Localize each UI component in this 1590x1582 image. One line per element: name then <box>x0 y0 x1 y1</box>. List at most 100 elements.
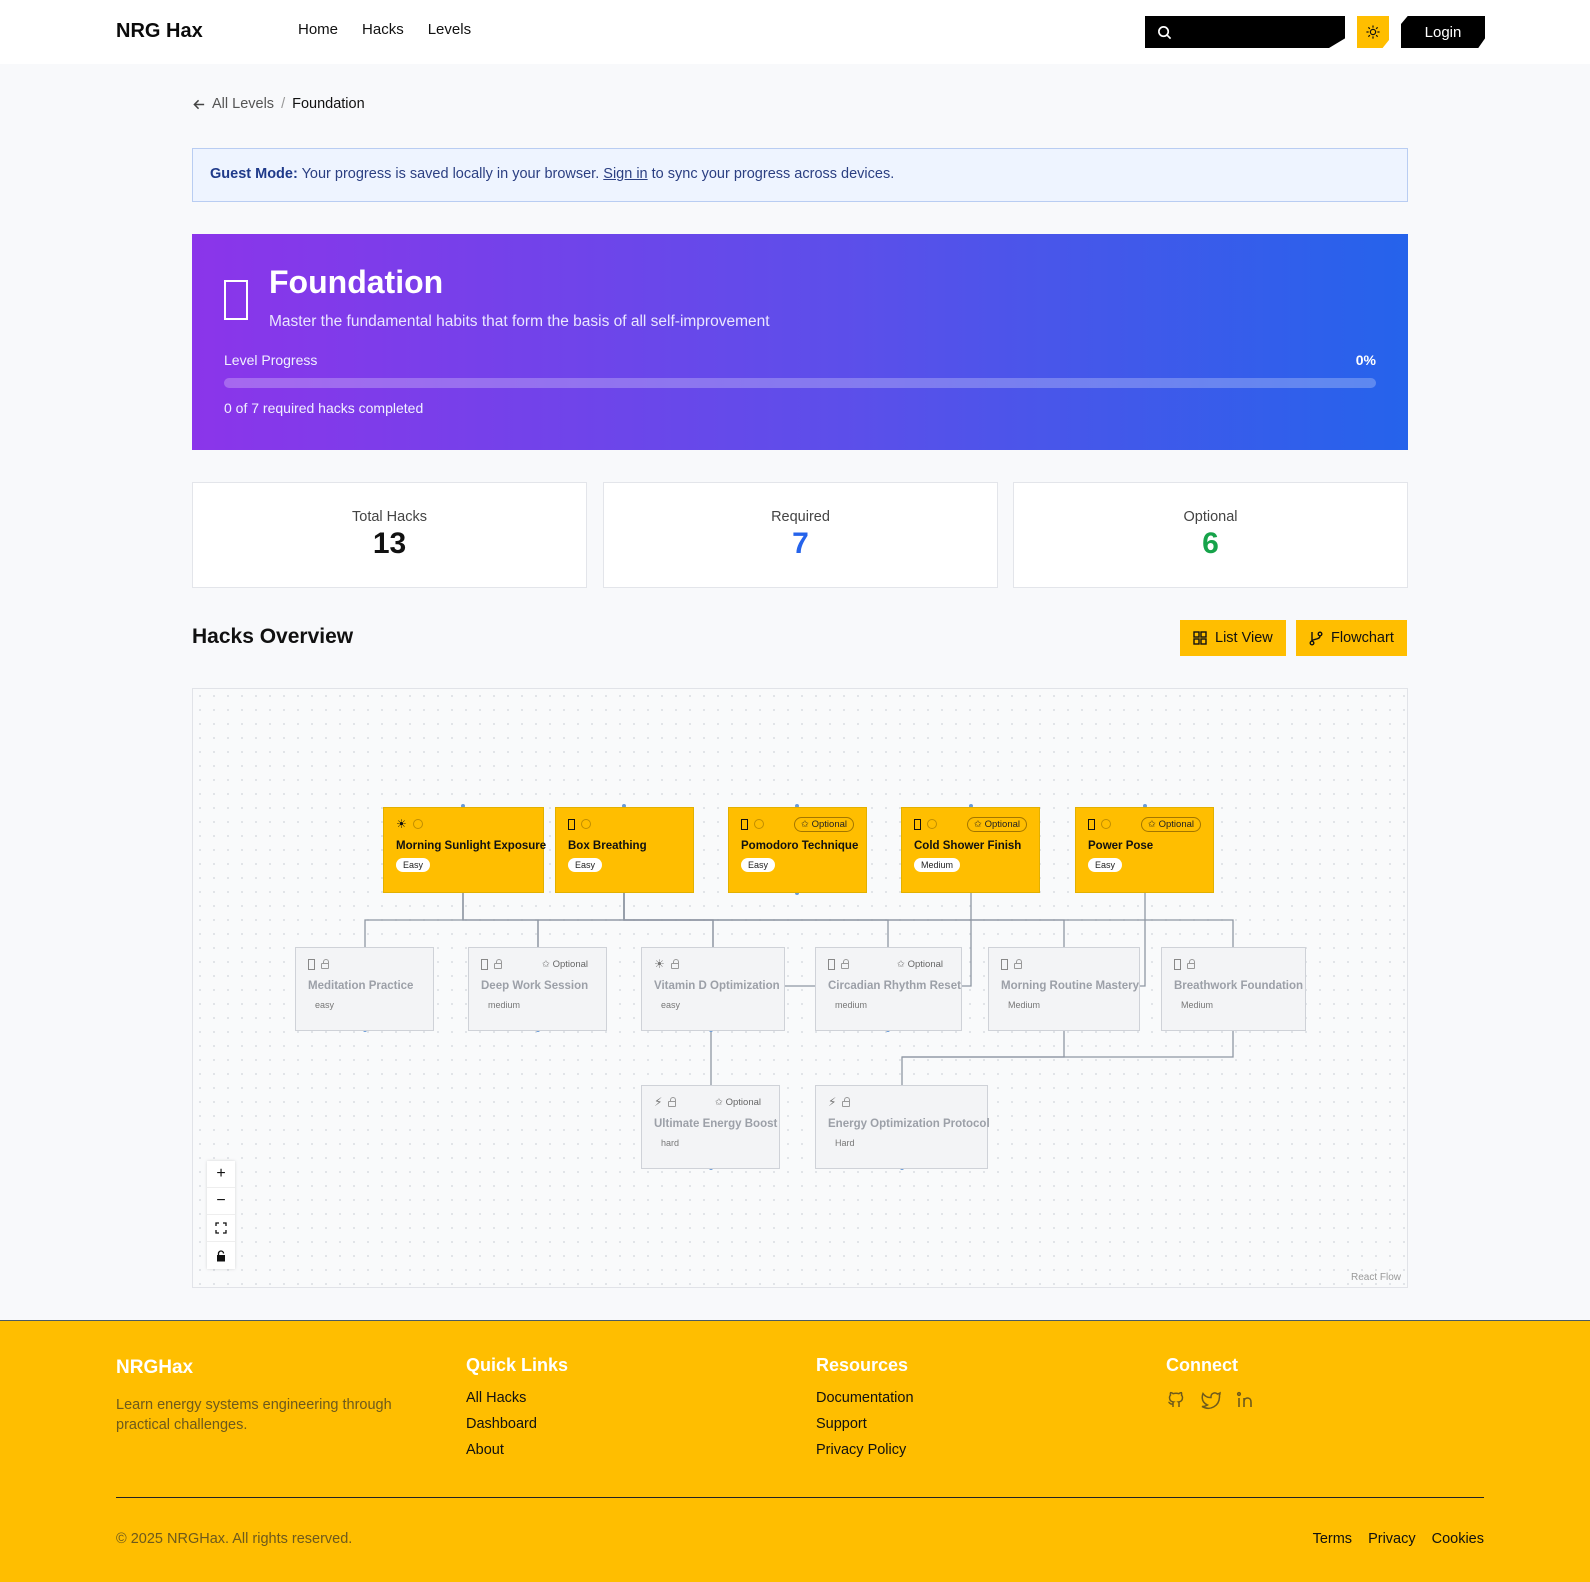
search-box[interactable] <box>1145 16 1345 48</box>
difficulty-badge: Hard <box>835 1138 855 1148</box>
status-circle-icon <box>754 819 764 829</box>
back-to-levels-link[interactable]: All Levels <box>193 96 274 112</box>
flow-controls: + − <box>207 1161 235 1269</box>
hack-name: Meditation Practice <box>308 980 414 992</box>
guest-mode-label: Guest Mode: <box>210 166 298 182</box>
github-icon[interactable] <box>1166 1390 1186 1410</box>
hack-node[interactable]: ✩ Optional Pomodoro Technique Easy <box>728 807 867 893</box>
footer-link-terms[interactable]: Terms <box>1313 1531 1352 1547</box>
stat-required: Required 7 <box>603 482 998 588</box>
flowchart-button[interactable]: Flowchart <box>1296 620 1407 656</box>
hack-name: Ultimate Energy Boost <box>654 1118 778 1130</box>
search-icon <box>1158 26 1172 40</box>
site-footer: NRGHax Learn energy systems engineering … <box>0 1320 1590 1582</box>
hack-name: Morning Sunlight Exposure <box>396 840 547 852</box>
footer-legal-links: Terms Privacy Cookies <box>1313 1531 1484 1547</box>
nav-levels[interactable]: Levels <box>428 21 471 38</box>
hacks-flowchart[interactable]: ☀ Morning Sunlight Exposure Easy Box Bre… <box>192 688 1408 1288</box>
level-hero: Foundation Master the fundamental habits… <box>192 234 1408 450</box>
footer-link-support[interactable]: Support <box>816 1416 914 1432</box>
hack-node[interactable]: Box Breathing Easy <box>555 807 694 893</box>
lock-toggle-button[interactable] <box>207 1242 235 1269</box>
difficulty-badge: Easy <box>568 858 603 872</box>
lock-icon <box>321 958 329 969</box>
hack-name: Vitamin D Optimization <box>654 980 780 992</box>
box-icon <box>568 818 575 830</box>
hack-node[interactable]: Morning Routine Mastery Medium <box>988 947 1140 1031</box>
hack-node[interactable]: ☀ Morning Sunlight Exposure Easy <box>383 807 547 893</box>
difficulty-badge: Easy <box>396 858 431 872</box>
difficulty-badge: Medium <box>914 858 961 872</box>
footer-divider <box>116 1497 1484 1498</box>
optional-badge: ✩ Optional <box>1141 816 1201 832</box>
optional-badge: ✩ Optional <box>897 958 943 970</box>
fit-view-button[interactable] <box>207 1215 235 1242</box>
hack-name: Deep Work Session <box>481 980 589 992</box>
progress-label: Level Progress <box>224 352 318 368</box>
theme-toggle-button[interactable] <box>1357 16 1389 48</box>
top-header: NRG Hax Home Hacks Levels Login <box>0 0 1590 64</box>
git-branch-icon <box>1309 631 1323 645</box>
hack-node[interactable]: ✩ Optional Circadian Rhythm Reset medium <box>815 947 962 1031</box>
hack-node[interactable]: ✩ Optional Deep Work Session medium <box>468 947 607 1031</box>
main-nav: Home Hacks Levels <box>298 21 471 38</box>
box-icon <box>308 958 315 970</box>
guest-text-after: to sync your progress across devices. <box>647 166 895 182</box>
footer-link-cookies[interactable]: Cookies <box>1432 1531 1484 1547</box>
optional-badge: ✩ Optional <box>794 816 854 832</box>
zoom-out-button[interactable]: − <box>207 1188 235 1215</box>
footer-connect-title: Connect <box>1166 1355 1238 1375</box>
sun-icon: ☀ <box>396 817 407 831</box>
hack-node[interactable]: ✩ Optional Power Pose Easy <box>1075 807 1214 893</box>
list-view-button[interactable]: List View <box>1180 620 1286 656</box>
react-flow-attribution[interactable]: React Flow <box>1351 1272 1401 1283</box>
nav-home[interactable]: Home <box>298 21 338 38</box>
box-icon <box>1174 958 1181 970</box>
box-icon <box>1001 958 1008 970</box>
progress-bar <box>224 378 1376 388</box>
sign-in-link[interactable]: Sign in <box>603 166 647 182</box>
stat-value: 6 <box>1202 527 1219 560</box>
difficulty-badge: easy <box>315 1000 335 1010</box>
footer-link-privacy-policy[interactable]: Privacy Policy <box>816 1442 914 1458</box>
fit-view-icon <box>215 1222 227 1234</box>
hack-node[interactable]: ⚡ Energy Optimization Protocol Hard <box>815 1085 990 1169</box>
progress-percent: 0% <box>1355 352 1376 368</box>
nav-hacks[interactable]: Hacks <box>362 21 404 38</box>
status-circle-icon <box>927 819 937 829</box>
brand-logo[interactable]: NRG Hax <box>116 20 203 43</box>
footer-copyright: © 2025 NRGHax. All rights reserved. <box>116 1531 353 1547</box>
footer-link-all-hacks[interactable]: All Hacks <box>466 1390 568 1406</box>
breadcrumb-all-levels[interactable]: All Levels <box>212 96 274 112</box>
twitter-icon[interactable] <box>1200 1390 1222 1410</box>
status-circle-icon <box>581 819 591 829</box>
hack-node[interactable]: ☀ Vitamin D Optimization easy <box>641 947 785 1031</box>
hack-node[interactable]: ⚡ ✩ Optional Ultimate Energy Boost hard <box>641 1085 780 1169</box>
guest-text-before: Your progress is saved locally in your b… <box>297 166 604 182</box>
hack-node[interactable]: ✩ Optional Cold Shower Finish Medium <box>901 807 1040 893</box>
footer-brand: NRGHax <box>116 1357 194 1378</box>
hack-name: Energy Optimization Protocol <box>828 1118 990 1130</box>
breadcrumb: All Levels / Foundation <box>193 96 365 112</box>
stat-label: Required <box>771 509 830 525</box>
difficulty-badge: Medium <box>1008 1000 1041 1010</box>
footer-link-dashboard[interactable]: Dashboard <box>466 1416 568 1432</box>
footer-connect: Connect <box>1166 1355 1256 1410</box>
box-icon <box>481 958 488 970</box>
footer-resources: Resources Documentation Support Privacy … <box>816 1355 914 1468</box>
linkedin-icon[interactable] <box>1236 1390 1256 1410</box>
level-icon <box>224 280 248 320</box>
hack-node[interactable]: Meditation Practice easy <box>295 947 434 1031</box>
box-icon <box>828 958 835 970</box>
footer-link-privacy[interactable]: Privacy <box>1368 1531 1416 1547</box>
difficulty-badge: Easy <box>1088 858 1123 872</box>
footer-link-documentation[interactable]: Documentation <box>816 1390 914 1406</box>
hack-node[interactable]: Breathwork Foundation Medium <box>1161 947 1306 1031</box>
footer-link-about[interactable]: About <box>466 1442 568 1458</box>
zoom-in-button[interactable]: + <box>207 1161 235 1188</box>
box-icon <box>914 818 921 830</box>
login-button[interactable]: Login <box>1401 16 1485 48</box>
difficulty-badge: medium <box>488 1000 521 1010</box>
flowchart-label: Flowchart <box>1331 630 1394 646</box>
search-input[interactable] <box>1177 20 1337 44</box>
